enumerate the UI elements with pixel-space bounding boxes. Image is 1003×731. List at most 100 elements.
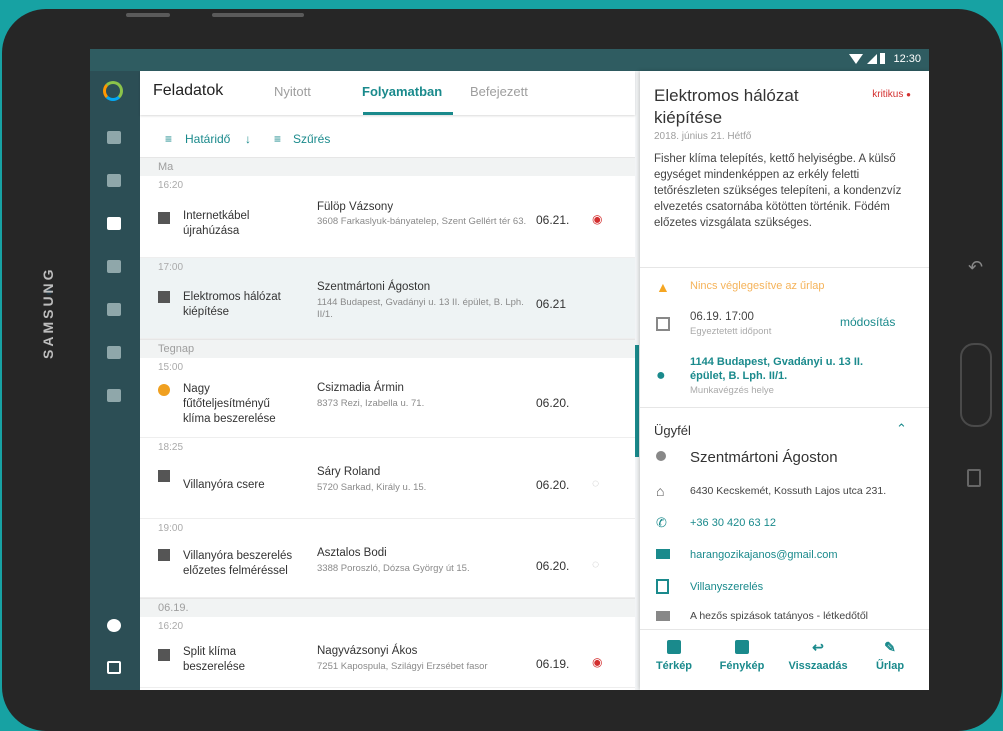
map-icon [667,640,681,654]
tab-open[interactable]: Nyitott [274,84,311,99]
group-header: 06.19. [140,598,635,617]
urgent-status-icon: ◉ [592,212,603,226]
item-date: 06.20. [536,559,570,573]
people-icon[interactable] [107,174,121,187]
electric-icon [158,291,170,303]
task-detail-panel: Elektromos hálózat kiépítése kritikus ● … [640,71,929,690]
tab-bar: Feladatok Nyitott Folyamatban Befejezett [140,71,635,115]
battery-icon [880,53,885,64]
power-key [212,13,304,17]
recent-apps-icon[interactable] [967,469,981,487]
list-item[interactable]: 15:00 Nagy fűtőteljesítményű klíma besze… [140,358,635,438]
item-time: 15:00 [158,362,184,373]
document-icon[interactable] [107,260,121,273]
priority-dot-icon: ● [906,90,911,99]
item-client: Asztalos Bodi [317,547,387,559]
location-label: Munkavégzés helye [690,385,774,396]
client-email[interactable]: harangozikajanos@gmail.com [690,549,838,561]
tab-indicator [363,112,453,115]
client-phone[interactable]: +36 30 420 63 12 [690,517,776,529]
filter-button[interactable]: Szűrés [293,132,330,146]
task-list-panel: Feladatok Nyitott Folyamatban Befejezett… [140,71,635,690]
list-item[interactable]: 16:20 Split klíma beszerelése Nagyvázson… [140,617,635,688]
note-icon [656,611,670,621]
tab-in-progress[interactable]: Folyamatban [362,84,442,99]
client-note: A hezős spizások tatányos - létkedőtől [690,610,869,622]
page-title: Feladatok [153,82,224,99]
device-brand: SAMSUNG [40,266,56,359]
urgent-status-icon: ◉ [592,655,603,669]
meter-icon [158,470,170,482]
item-time: 18:25 [158,442,184,453]
person-icon [656,451,666,461]
item-address: 3388 Poroszló, Dózsa György út 15. [317,563,470,574]
settings-icon[interactable] [107,619,121,632]
modify-appointment-link[interactable]: módosítás [840,315,895,329]
install-icon [158,549,170,561]
location-link[interactable]: 1144 Budapest, Gvadányi u. 13 II. épület… [690,355,890,383]
list-item[interactable]: 19:00 Villanyóra beszerelés előzetes fel… [140,519,635,598]
item-title: Nagy fűtőteljesítményű klíma beszerelése [183,383,276,425]
warning-text: Nincs véglegesítve az űrlap [690,280,825,292]
form-button[interactable]: ✎ Űrlap [860,640,920,672]
contact-card-icon[interactable] [107,346,121,359]
item-date: 06.20. [536,478,570,492]
collapse-chevron-icon[interactable]: ⌃ [896,421,907,437]
camera-icon[interactable] [107,389,121,402]
item-title: Split klíma beszerelése [183,646,246,673]
camera-icon [735,640,749,654]
tab-done[interactable]: Befejezett [470,84,528,99]
item-client: Nagyvázsonyi Ákos [317,645,418,657]
detail-date: 2018. június 21. Hétfő [654,131,752,142]
home-icon: ⌂ [656,483,665,499]
home-button[interactable] [960,343,992,427]
item-address: 1144 Budapest, Gvadányi u. 13 II. épület… [317,297,524,320]
logout-icon[interactable] [107,661,121,674]
bulb-icon [158,384,170,396]
clock: 12:30 [893,53,921,65]
app-logo-icon [103,81,123,101]
divider [640,407,929,408]
appointment-label: Egyeztetett időpont [690,326,772,337]
dashboard-icon[interactable] [107,131,121,144]
filter-icon[interactable]: ≡ [274,132,281,146]
calendar-icon [656,317,670,331]
client-name: Szentmártoni Ágoston [690,449,838,466]
item-address: 8373 Rezi, Izabella u. 71. [317,398,425,409]
return-label: Visszaadás [788,660,848,672]
volume-key [126,13,170,17]
tasks-icon[interactable] [107,217,121,230]
list-item[interactable]: 18:25 Villanyóra csere Sáry Roland 5720 … [140,438,635,519]
pencil-icon: ✎ [884,639,896,655]
email-icon [656,549,670,559]
signal-icon [867,54,877,64]
photo-button[interactable]: Fénykép [712,640,772,672]
list-item-selected[interactable]: 17:00 Elektromos hálózat kiépítése Szent… [140,258,635,339]
item-time: 19:00 [158,523,184,534]
sort-direction-icon[interactable]: ↓ [245,132,251,146]
detail-title: Elektromos hálózat kiépítése [654,86,799,127]
priority-label: kritikus [872,89,904,100]
phone-icon: ✆ [656,515,667,530]
item-client: Csizmadia Ármin [317,382,404,394]
back-key-icon[interactable]: ↶ [968,257,983,278]
sort-button[interactable]: Határidő [185,132,230,146]
list-scrollbar[interactable] [635,345,639,457]
client-category[interactable]: Villanyszerelés [690,581,763,593]
item-address: 3608 Farkaslyuk-bányatelep, Szent Gellér… [317,216,527,227]
group-header: Ma [140,157,635,176]
priority-badge: kritikus ● [872,89,911,100]
sort-icon[interactable]: ≡ [165,132,172,146]
list-item[interactable]: 16:20 Internetkábel újrahúzása Fülöp Váz… [140,176,635,258]
item-time: 16:20 [158,621,184,632]
return-button[interactable]: ↩ Visszaadás [788,640,848,672]
item-title: Elektromos hálózat kiépítése [183,291,281,318]
map-button[interactable]: Térkép [644,640,704,672]
list-toolbar: ≡ Határidő ↓ ≡ Szűrés [140,124,635,154]
item-date: 06.21. [536,213,570,227]
location-pin-icon: ● [656,367,666,384]
app-screen: 12:30 Feladatok Nyitott Folyamatban Befe… [90,49,929,690]
item-date: 06.20. [536,396,570,410]
chat-icon[interactable] [107,303,121,316]
pending-status-icon: ◌ [592,476,600,490]
